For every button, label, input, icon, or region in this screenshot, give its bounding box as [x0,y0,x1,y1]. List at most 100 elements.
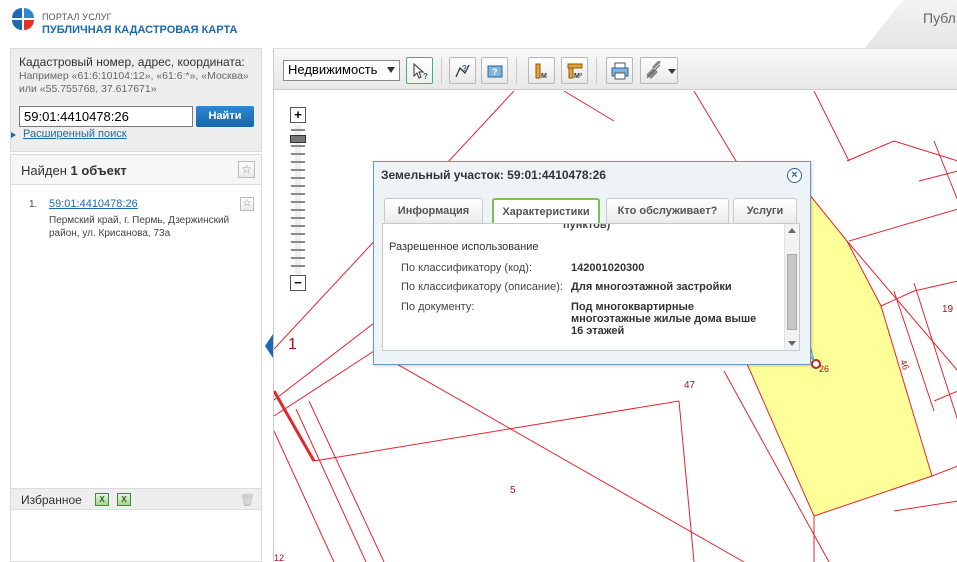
popup-title: Земельный участок: 59:01:4410478:26 [381,168,606,182]
zoom-tick [291,145,305,147]
cursor-query-icon: ? [413,62,428,81]
svg-text:M²: M² [574,73,583,80]
printer-icon [611,62,629,80]
map-toolbar: Недвижимость ? ? ? M M² [274,48,957,90]
search-button[interactable]: Найти [196,106,254,127]
close-icon[interactable]: × [787,168,802,183]
zoom-tick [291,241,305,243]
tab-characteristics[interactable]: Характеристики [492,198,600,223]
zoom-handle[interactable] [290,135,306,143]
row-label: По классификатору (описание): [401,281,563,293]
svg-text:M: M [541,73,547,80]
scroll-up-icon[interactable] [788,228,796,233]
measure-area-button[interactable]: M² [561,57,588,84]
advanced-search-link[interactable]: Расширенный поиск [23,128,127,140]
ruler-area-icon: M² [567,63,583,80]
logo-text-map[interactable]: ПУБЛИЧНАЯ КАДАСТРОВАЯ КАРТА [42,24,237,36]
tab-who-serves[interactable]: Кто обслуживает? [606,198,729,223]
row-value: Для многоэтажной застройки [571,281,732,293]
advanced-search-arrow-icon [11,132,16,138]
header-right-tab-label: Публ [923,10,956,26]
search-example: Например «61:6:10104:12», «61:6:*», «Мос… [19,70,249,95]
row-value: Под многоквартирные многоэтажные жилые д… [571,301,757,337]
tab-services[interactable]: Услуги [733,198,797,223]
map-canvas[interactable]: 1 59 47 26 19 46 5 12 + [274,91,957,562]
row-label: По классификатору (код): [401,262,533,274]
logo-text-portal: ПОРТАЛ УСЛУГ [42,12,112,22]
zoom-out-button[interactable]: − [290,275,306,291]
result-cadastral-link[interactable]: 59:01:4410478:26 [49,198,138,210]
measure-distance-button[interactable]: M [528,57,555,84]
row-value: 142001020300 [571,262,645,274]
zoom-tick [291,209,305,211]
zoom-track[interactable] [295,125,301,275]
svg-text:?: ? [492,67,498,77]
polyline-query-icon: ? [455,64,470,78]
chevron-down-icon [668,69,676,74]
map-label-1: 1 [288,336,297,353]
zoom-tick [291,193,305,195]
search-hint: Кадастровый номер, адрес, координата: [19,55,245,69]
ruler-distance-icon: M [535,63,547,80]
zoom-tick [291,169,305,171]
zoom-in-button[interactable]: + [290,107,306,123]
header-right-tab[interactable]: Публ [865,0,957,48]
excel-export-icon[interactable]: X [117,493,131,506]
identify-tool-button[interactable]: ? [406,57,433,84]
section-heading: Разрешенное использование [389,241,539,253]
layer-select[interactable]: Недвижимость [283,60,400,81]
map-label-12: 12 [274,553,284,562]
zoom-tick [291,177,305,179]
results-count: 1 объект [70,163,127,178]
zoom-tick [291,257,305,259]
result-address: Пермский край, г. Пермь, Дзержинский рай… [49,215,230,239]
popup-cut-text: пунктов) [563,223,611,231]
excel-import-icon[interactable]: X [95,493,109,506]
zoom-tick [291,185,305,187]
collapse-panel-icon[interactable] [265,334,273,358]
layer-select-value: Недвижимость [288,62,378,77]
zoom-tick [291,233,305,235]
popup-content: пунктов) Разрешенное использование По кл… [382,223,800,351]
map-label-19: 19 [942,304,954,315]
chain-link-icon [646,61,661,79]
search-input[interactable] [19,106,193,127]
zoom-tick [291,249,305,251]
result-number: 1. [29,199,38,210]
favorites-list [10,510,262,562]
star-all-icon[interactable]: ☆ [238,161,255,178]
link-button[interactable] [640,57,678,84]
trash-icon[interactable]: 🗑 [240,493,255,507]
scroll-down-icon[interactable] [788,341,796,346]
search-panel: Кадастровый номер, адрес, координата: На… [10,48,262,152]
toolbar-separator [516,57,517,84]
portal-logo-icon[interactable] [10,6,34,36]
toolbar-separator [441,57,442,84]
print-button[interactable] [606,57,633,84]
zoom-tick [291,217,305,219]
row-label: По документу: [401,301,475,313]
parcel-popup: Земельный участок: 59:01:4410478:26 × Ин… [373,161,811,365]
zoom-tick [291,225,305,227]
map-label-5: 5 [510,485,516,496]
header: ПОРТАЛ УСЛУГ ПУБЛИЧНАЯ КАДАСТРОВАЯ КАРТА… [0,0,957,48]
results-list: 1. 59:01:4410478:26 Пермский край, г. Пе… [10,185,262,490]
scroll-thumb[interactable] [787,254,797,330]
zoom-tick [291,201,305,203]
results-title-prefix: Найден [21,163,67,178]
toolbar-separator [596,57,597,84]
map-label-26: 26 [819,364,829,374]
popup-scrollbar[interactable] [784,224,799,350]
favorites-title: Избранное [21,493,82,507]
chevron-down-icon [387,67,395,73]
zoom-tick [291,265,305,267]
measure-query-button[interactable]: ? [449,57,476,84]
star-item-icon[interactable]: ☆ [240,197,254,211]
svg-text:?: ? [423,72,428,81]
area-query-button[interactable]: ? [481,57,508,84]
map-label-47: 47 [684,380,696,391]
tab-info[interactable]: Информация [384,198,483,223]
zoom-tick [291,129,305,131]
svg-text:?: ? [462,64,467,73]
map-query-icon: ? [487,65,503,78]
